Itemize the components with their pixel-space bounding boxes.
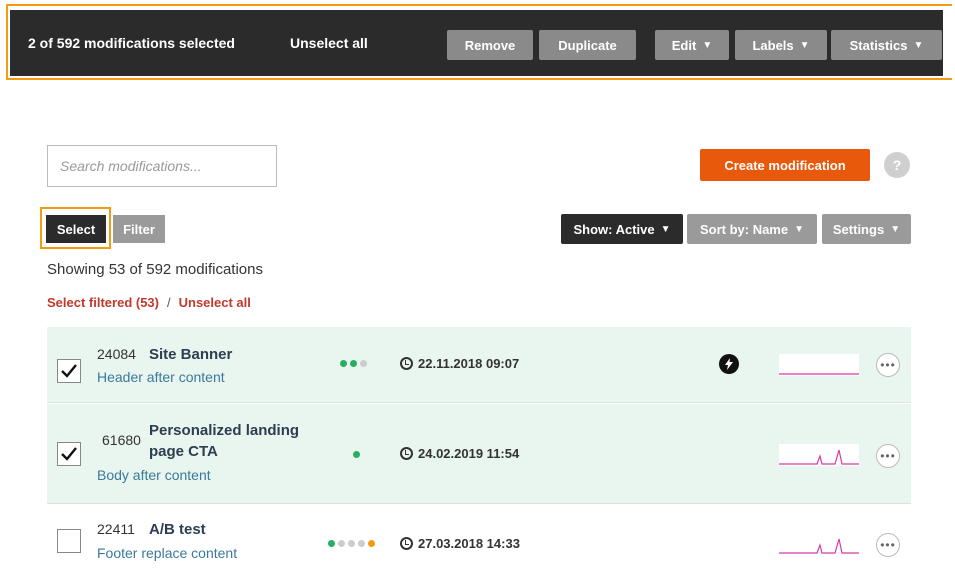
row-subtitle: Header after content bbox=[97, 369, 225, 385]
edit-dropdown[interactable]: Edit ▼ bbox=[655, 30, 729, 60]
check-icon bbox=[61, 447, 77, 461]
row-name[interactable]: Site Banner bbox=[149, 345, 232, 364]
status-dot bbox=[353, 451, 360, 458]
sparkline-chart bbox=[779, 533, 859, 555]
row-checkbox[interactable] bbox=[57, 529, 81, 553]
unselect-all-link[interactable]: Unselect all bbox=[179, 295, 251, 310]
select-filtered-link[interactable]: Select filtered (53) bbox=[47, 295, 159, 310]
check-icon bbox=[61, 364, 77, 378]
table-row[interactable]: 61680 Personalized landing page CTA Body… bbox=[47, 404, 911, 504]
more-options-icon[interactable]: ••• bbox=[876, 444, 900, 468]
more-options-icon[interactable]: ••• bbox=[876, 353, 900, 377]
status-dot bbox=[350, 360, 357, 367]
status-dots bbox=[328, 540, 375, 547]
table-row[interactable]: 22411 A/B test Footer replace content 27… bbox=[47, 505, 911, 575]
clock-icon bbox=[400, 447, 413, 460]
chevron-down-icon: ▼ bbox=[799, 39, 810, 51]
statistics-dropdown[interactable]: Statistics ▼ bbox=[831, 30, 942, 60]
status-dot bbox=[340, 360, 347, 367]
row-name-line2[interactable]: page CTA bbox=[149, 442, 218, 461]
create-modification-button[interactable]: Create modification bbox=[700, 149, 870, 181]
settings-dropdown[interactable]: Settings ▼ bbox=[822, 214, 911, 244]
clock-icon bbox=[400, 357, 413, 370]
status-dot bbox=[358, 540, 365, 547]
row-id: 22411 bbox=[97, 521, 135, 537]
chevron-down-icon: ▼ bbox=[913, 39, 924, 51]
row-id: 61680 bbox=[102, 432, 141, 448]
labels-dropdown[interactable]: Labels ▼ bbox=[735, 30, 827, 60]
showing-count: Showing 53 of 592 modifications bbox=[47, 261, 263, 278]
selection-bar: 2 of 592 modifications selected Unselect… bbox=[10, 10, 943, 76]
sparkline-chart bbox=[779, 444, 859, 466]
sort-dropdown[interactable]: Sort by: Name ▼ bbox=[687, 214, 817, 244]
sparkline-chart bbox=[779, 354, 859, 376]
chevron-down-icon: ▼ bbox=[702, 39, 713, 51]
chevron-down-icon: ▼ bbox=[794, 223, 805, 235]
row-date: 22.11.2018 09:07 bbox=[400, 356, 519, 371]
show-dropdown[interactable]: Show: Active ▼ bbox=[561, 214, 683, 244]
status-dot bbox=[328, 540, 335, 547]
selection-links: Select filtered (53) / Unselect all bbox=[47, 295, 251, 310]
more-options-icon[interactable]: ••• bbox=[876, 533, 900, 557]
unselect-all-button[interactable]: Unselect all bbox=[290, 35, 368, 51]
filter-button[interactable]: Filter bbox=[113, 215, 165, 243]
row-checkbox[interactable] bbox=[57, 359, 81, 383]
chevron-down-icon: ▼ bbox=[660, 223, 671, 235]
status-dot bbox=[360, 360, 367, 367]
status-dot bbox=[338, 540, 345, 547]
status-dots bbox=[340, 360, 367, 367]
row-subtitle: Footer replace content bbox=[97, 545, 238, 561]
select-button[interactable]: Select bbox=[46, 215, 106, 243]
row-checkbox[interactable] bbox=[57, 442, 81, 466]
table-row[interactable]: 24084 Site Banner Header after content 2… bbox=[47, 327, 911, 403]
remove-button[interactable]: Remove bbox=[447, 30, 533, 60]
row-name[interactable]: A/B test bbox=[149, 520, 206, 539]
status-dot bbox=[368, 540, 375, 547]
clock-icon bbox=[400, 537, 413, 550]
row-subtitle: Body after content bbox=[97, 467, 211, 483]
row-name[interactable]: Personalized landing bbox=[149, 421, 299, 440]
help-icon[interactable]: ? bbox=[884, 152, 910, 178]
chevron-down-icon: ▼ bbox=[890, 223, 901, 235]
search-input[interactable] bbox=[47, 145, 277, 187]
selection-count: 2 of 592 modifications selected bbox=[28, 35, 235, 51]
duplicate-button[interactable]: Duplicate bbox=[539, 30, 636, 60]
row-id: 24084 bbox=[97, 346, 136, 362]
lightning-icon bbox=[719, 354, 739, 374]
row-date: 24.02.2019 11:54 bbox=[400, 446, 519, 461]
status-dots bbox=[353, 451, 360, 458]
row-date: 27.03.2018 14:33 bbox=[400, 536, 520, 551]
status-dot bbox=[348, 540, 355, 547]
